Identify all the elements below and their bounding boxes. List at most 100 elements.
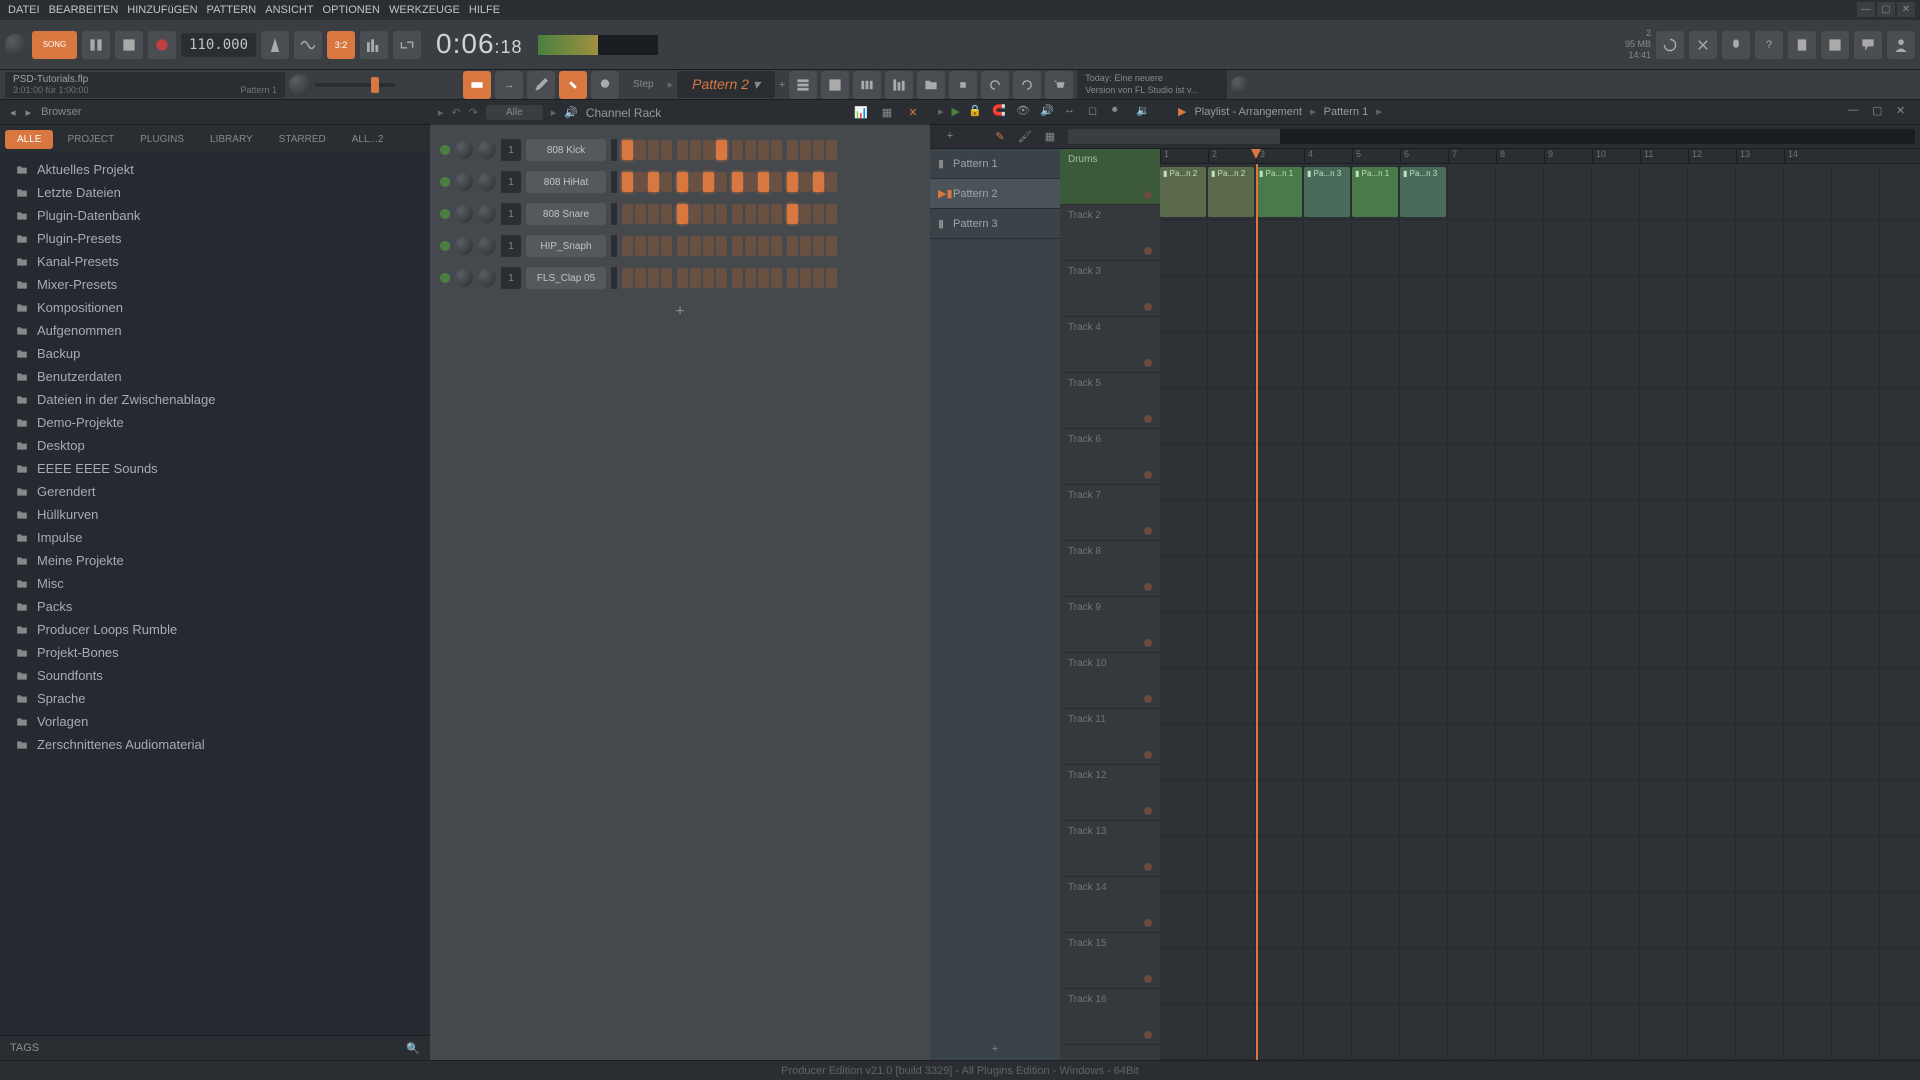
- track-mute-dot[interactable]: [1144, 359, 1152, 367]
- pl-tool-brush[interactable]: 🖌: [1015, 126, 1035, 146]
- channel-led[interactable]: [440, 273, 450, 283]
- step-button[interactable]: [677, 204, 688, 224]
- step-button[interactable]: [703, 172, 714, 192]
- step-button[interactable]: [758, 268, 769, 288]
- live-button[interactable]: [591, 71, 619, 99]
- refresh-button[interactable]: [1656, 31, 1684, 59]
- menu-datei[interactable]: DATEI: [5, 2, 43, 18]
- pl-tool-grid[interactable]: ▦: [1040, 126, 1060, 146]
- bar-number[interactable]: 12: [1688, 149, 1736, 163]
- step-button[interactable]: [732, 204, 743, 224]
- step-button[interactable]: [716, 204, 727, 224]
- track-header[interactable]: Track 16: [1060, 989, 1160, 1045]
- snap-label[interactable]: Step: [623, 79, 664, 90]
- cr-close[interactable]: ✕: [904, 104, 922, 122]
- track-mute-dot[interactable]: [1144, 247, 1152, 255]
- piano-roll-button[interactable]: [821, 71, 849, 99]
- grid-row[interactable]: [1160, 948, 1920, 1004]
- track-header[interactable]: Track 6: [1060, 429, 1160, 485]
- track-mute-dot[interactable]: [1144, 863, 1152, 871]
- bar-number[interactable]: 1: [1160, 149, 1208, 163]
- tree-item[interactable]: Benutzerdaten: [0, 365, 430, 388]
- channel-pan-knob[interactable]: [455, 237, 473, 255]
- channel-name[interactable]: 808 Snare: [526, 203, 606, 225]
- cr-menu[interactable]: ▸: [438, 106, 444, 119]
- grid-row[interactable]: [1160, 892, 1920, 948]
- track-mute-dot[interactable]: [1144, 471, 1152, 479]
- step-button[interactable]: [622, 236, 633, 256]
- tools-button[interactable]: [1689, 31, 1717, 59]
- track-mute-dot[interactable]: [1144, 639, 1152, 647]
- tree-item[interactable]: Plugin-Presets: [0, 227, 430, 250]
- track-header[interactable]: Track 9: [1060, 597, 1160, 653]
- step-button[interactable]: [635, 172, 646, 192]
- pl-close[interactable]: ✕: [1896, 104, 1912, 120]
- bar-number[interactable]: 5: [1352, 149, 1400, 163]
- cr-filter[interactable]: Alle: [486, 105, 543, 120]
- progress-knob[interactable]: [5, 34, 27, 56]
- tree-item[interactable]: Demo-Projekte: [0, 411, 430, 434]
- step-button[interactable]: [787, 140, 798, 160]
- pl-arrows-icon[interactable]: ↔: [1064, 104, 1080, 120]
- tree-item[interactable]: Meine Projekte: [0, 549, 430, 572]
- step-button[interactable]: [622, 140, 633, 160]
- step-button[interactable]: [677, 172, 688, 192]
- step-button[interactable]: [661, 172, 672, 192]
- grid-row[interactable]: [1160, 612, 1920, 668]
- maximize-button[interactable]: ▢: [1877, 2, 1895, 17]
- channel-number[interactable]: 1: [501, 139, 521, 161]
- step-button[interactable]: [690, 236, 701, 256]
- cr-redo[interactable]: ↷: [469, 106, 478, 119]
- track-mute-dot[interactable]: [1144, 919, 1152, 927]
- pl-lock-icon[interactable]: 🔒: [968, 104, 984, 120]
- channel-number[interactable]: 1: [501, 171, 521, 193]
- grid-row[interactable]: [1160, 500, 1920, 556]
- step-button[interactable]: [661, 236, 672, 256]
- channel-led[interactable]: [440, 177, 450, 187]
- pattern-clip[interactable]: ▮ Pa...n 3: [1304, 167, 1350, 217]
- channel-name[interactable]: 808 Kick: [526, 139, 606, 161]
- channel-number[interactable]: 1: [501, 235, 521, 257]
- mic-button[interactable]: [1722, 31, 1750, 59]
- bar-number[interactable]: 13: [1736, 149, 1784, 163]
- bar-number[interactable]: 3: [1256, 149, 1304, 163]
- add-channel-button[interactable]: +: [440, 295, 920, 329]
- next-button[interactable]: →: [495, 71, 523, 99]
- grid-row[interactable]: [1160, 444, 1920, 500]
- track-header[interactable]: Track 4: [1060, 317, 1160, 373]
- menu-bearbeiten[interactable]: BEARBEITEN: [46, 2, 122, 18]
- tree-item[interactable]: Gerendert: [0, 480, 430, 503]
- close-button[interactable]: ✕: [1897, 2, 1915, 17]
- browser-tab-starred[interactable]: STARRED: [267, 130, 338, 149]
- browser-tab-all2[interactable]: ALL...2: [340, 130, 396, 149]
- step-button[interactable]: [661, 268, 672, 288]
- browser-tab-alle[interactable]: ALLE: [5, 130, 53, 149]
- browser-tab-library[interactable]: LIBRARY: [198, 130, 265, 149]
- pattern-clip[interactable]: ▮ Pa...n 2: [1208, 167, 1254, 217]
- pattern-clip[interactable]: ▮ Pa...n 1: [1352, 167, 1398, 217]
- tree-item[interactable]: Projekt-Bones: [0, 641, 430, 664]
- shop-button[interactable]: [1045, 71, 1073, 99]
- pattern-add[interactable]: +: [779, 79, 785, 91]
- step-button[interactable]: [813, 140, 824, 160]
- pl-add-pattern[interactable]: +: [940, 126, 960, 146]
- step-button[interactable]: [622, 204, 633, 224]
- channel-led[interactable]: [440, 209, 450, 219]
- cr-graph-icon[interactable]: 📊: [852, 104, 870, 122]
- step-button[interactable]: [703, 236, 714, 256]
- step-button[interactable]: [826, 140, 837, 160]
- pattern-item-3[interactable]: ▮Pattern 3: [930, 209, 1060, 239]
- step-button[interactable]: [732, 268, 743, 288]
- track-header[interactable]: Track 10: [1060, 653, 1160, 709]
- tree-item[interactable]: Vorlagen: [0, 710, 430, 733]
- step-button[interactable]: [622, 172, 633, 192]
- grid-row[interactable]: [1160, 556, 1920, 612]
- pl-play2-icon[interactable]: ▶: [1178, 105, 1186, 118]
- track-header[interactable]: Track 13: [1060, 821, 1160, 877]
- playhead[interactable]: [1256, 164, 1258, 1060]
- step-button[interactable]: [787, 268, 798, 288]
- tree-item[interactable]: Sprache: [0, 687, 430, 710]
- step-button[interactable]: [826, 268, 837, 288]
- step-button[interactable]: [758, 204, 769, 224]
- pl-play-icon[interactable]: ▶: [952, 105, 960, 118]
